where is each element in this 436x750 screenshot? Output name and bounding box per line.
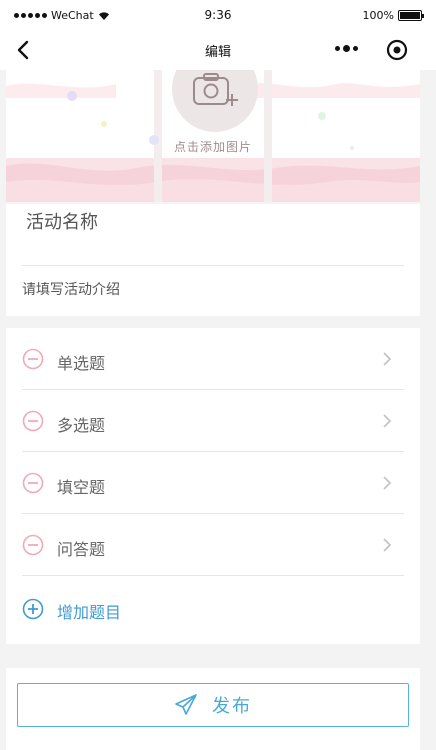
publish-label: 发布 [212,696,252,717]
camera-plus-icon[interactable] [192,72,240,108]
question-row-fill-blank[interactable]: 填空题 [22,452,404,514]
nav-bar: 编辑 [0,30,436,70]
status-battery-group: 100% [362,9,424,22]
add-question-button[interactable]: 增加题目 [22,590,404,636]
minus-circle-icon[interactable] [22,348,44,370]
add-question-label: 增加题目 [57,603,122,622]
paper-plane-icon [175,694,197,715]
divider [22,575,404,576]
activity-name-field[interactable]: 活动名称 [26,208,98,234]
status-bar: WeChat 9:36 100% [0,0,436,30]
target-icon[interactable] [386,39,408,61]
battery-icon [398,10,424,21]
cover-image-banner[interactable]: 点击添加图片 [6,70,420,202]
chevron-right-icon [383,538,392,552]
question-list: 单选题 多选题 填空题 问答题 增加题目 [6,328,420,644]
publish-button[interactable]: 发布 [17,683,409,727]
chevron-right-icon [383,352,392,366]
chevron-right-icon [383,476,392,490]
page-title: 编辑 [204,45,231,60]
activity-info-section: 活动名称 [6,204,420,316]
minus-circle-icon[interactable] [22,472,44,494]
question-label: 填空题 [57,478,106,497]
question-label: 单选题 [57,354,106,373]
question-label: 问答题 [57,540,106,559]
chevron-right-icon [383,414,392,428]
question-row-single-choice[interactable]: 单选题 [22,328,404,390]
more-dots-icon[interactable] [335,45,358,52]
content-area: 点击添加图片 活动名称 单选题 多选题 [6,70,420,750]
phone-screen: WeChat 9:36 100% 编辑 点击添加图片 活动名称 请填写活动介绍 … [0,0,436,750]
minus-circle-icon[interactable] [22,410,44,432]
minus-circle-icon[interactable] [22,534,44,556]
question-label: 多选题 [57,416,106,435]
add-photo-label[interactable]: 点击添加图片 [6,138,420,155]
battery-percent: 100% [362,9,394,22]
question-row-essay[interactable]: 问答题 [22,514,404,576]
activity-intro-input[interactable] [22,282,382,298]
plus-circle-icon[interactable] [22,598,44,620]
bottom-action-bar: 发布 [6,668,420,750]
divider [22,265,404,266]
question-row-multiple-choice[interactable]: 多选题 [22,390,404,452]
